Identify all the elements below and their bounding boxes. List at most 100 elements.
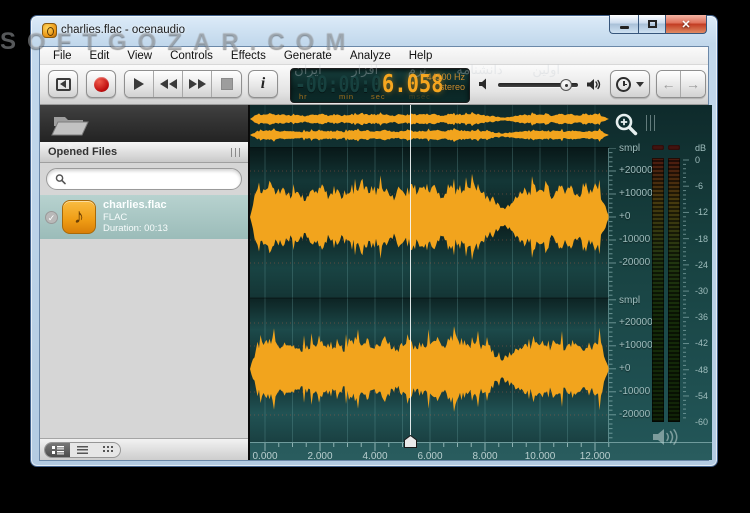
menu-item[interactable]: Effects: [222, 49, 275, 63]
search-icon: [55, 173, 66, 185]
time-axis[interactable]: 0.0002.0004.0006.0008.00010.00012.000: [250, 442, 712, 460]
db-unit-label: dB: [695, 143, 706, 153]
search-input[interactable]: [71, 172, 233, 186]
maximize-button[interactable]: [638, 15, 665, 34]
clip-led-left: [652, 145, 664, 150]
view-list-button[interactable]: [70, 443, 95, 457]
stop-button[interactable]: [212, 71, 241, 97]
volume-slider[interactable]: [498, 83, 578, 87]
toolbar: i -00:00:06.058 44100 Hz stereo hr min s…: [40, 65, 708, 105]
view-grid-button[interactable]: [95, 443, 120, 457]
arrow-left-icon: ←: [662, 76, 676, 92]
info-button[interactable]: i: [248, 70, 278, 98]
close-button[interactable]: ✕: [665, 15, 707, 34]
clip-led-right: [668, 145, 680, 150]
db-tick-label: -42: [695, 338, 708, 348]
active-tab-notch: [64, 142, 76, 148]
level-meter-left: [652, 158, 664, 422]
minimize-icon: [620, 26, 629, 29]
db-tick-label: -60: [695, 417, 708, 427]
menu-item[interactable]: Generate: [275, 49, 341, 63]
panel-grip-icon[interactable]: [231, 148, 240, 157]
play-button[interactable]: [125, 71, 154, 97]
waveform-area: smpl+20000+10000+0-10000-20000smpl+20000…: [250, 105, 712, 460]
client-area: FileEditViewControlsEffectsGenerateAnaly…: [39, 46, 709, 461]
playhead-marker[interactable]: [404, 435, 417, 448]
rewind-icon: [160, 79, 177, 89]
lcd-unit-min: min: [339, 92, 354, 101]
volume-low-icon[interactable]: [478, 77, 492, 91]
time-tick-label: 12.000: [580, 451, 611, 460]
folder-icon[interactable]: [51, 109, 89, 139]
file-duration: Duration: 00:13: [103, 223, 168, 234]
overview-strip[interactable]: [250, 105, 609, 148]
file-check-icon[interactable]: ✓: [45, 211, 58, 224]
arrow-right-icon: →: [686, 76, 700, 92]
meter-grip-icon[interactable]: [646, 115, 655, 131]
title-bar[interactable]: charlies.flac - ocenaudio ✕: [31, 16, 717, 46]
content: Opened Files ✓ ♪ charlies.flac FLAC: [40, 105, 708, 460]
db-tick-label: -6: [695, 181, 703, 191]
volume-high-icon[interactable]: [586, 77, 603, 92]
record-icon: [94, 77, 109, 92]
nav-forward-button[interactable]: →: [681, 71, 705, 97]
file-name: charlies.flac: [103, 200, 168, 211]
menu-item[interactable]: Help: [400, 49, 442, 63]
minimize-button[interactable]: [609, 15, 638, 34]
amplitude-tick-label: +20000: [619, 317, 653, 328]
sample-rate: 44100 Hz: [426, 72, 465, 82]
playhead[interactable]: [410, 105, 411, 442]
waveform-plot[interactable]: [250, 148, 609, 442]
plot-svg: [250, 148, 609, 442]
amplitude-tick-label: +0: [619, 211, 630, 222]
rewind-button[interactable]: [154, 71, 183, 97]
window-title: charlies.flac - ocenaudio: [61, 24, 185, 36]
time-tick-label: 6.000: [417, 451, 442, 460]
maximize-icon: [648, 20, 657, 28]
lcd-unit-msec: msec: [409, 92, 431, 101]
fast-forward-icon: [189, 79, 206, 89]
channel-mode: stereo: [426, 82, 465, 92]
menu-item[interactable]: Edit: [81, 49, 119, 63]
file-format: FLAC: [103, 212, 168, 223]
nav-back-button[interactable]: ←: [657, 71, 681, 97]
db-tick-label: -12: [695, 207, 708, 217]
grid-icon: [103, 446, 113, 454]
lcd-unit-sec: sec: [371, 92, 386, 101]
amplitude-tick-label: -10000: [619, 234, 650, 245]
volume-slider-knob[interactable]: [560, 79, 572, 91]
db-tick-label: -48: [695, 365, 708, 375]
file-list-item[interactable]: ✓ ♪ charlies.flac FLAC Duration: 00:13: [40, 195, 248, 239]
zoom-in-icon[interactable]: [614, 112, 640, 138]
view-detail-list-button[interactable]: [45, 443, 70, 457]
fast-forward-button[interactable]: [183, 71, 212, 97]
record-timer-button[interactable]: [610, 70, 650, 98]
time-tick-label: 4.000: [362, 451, 387, 460]
level-meter-right: [668, 158, 680, 422]
db-ruler: [683, 158, 692, 424]
music-note-icon: ♪: [62, 200, 96, 234]
amplitude-tick-label: +0: [619, 363, 630, 374]
clock-icon: [616, 77, 631, 92]
time-tick-label: 10.000: [525, 451, 556, 460]
menu-item[interactable]: Analyze: [341, 49, 400, 63]
menu-item[interactable]: File: [44, 49, 81, 63]
close-icon: ✕: [681, 18, 690, 31]
detail-list-icon: [52, 446, 64, 455]
db-tick-label: 0: [695, 155, 700, 165]
menu-bar: FileEditViewControlsEffectsGenerateAnaly…: [40, 47, 708, 65]
app-window: charlies.flac - ocenaudio ✕ FileEditView…: [30, 15, 718, 467]
menu-item[interactable]: Controls: [161, 49, 222, 63]
chevron-down-icon: [636, 82, 644, 87]
record-button[interactable]: [86, 70, 116, 98]
amplitude-ruler: [609, 148, 619, 442]
db-tick-label: -54: [695, 391, 708, 401]
menu-item[interactable]: View: [118, 49, 161, 63]
amplitude-tick-label: -20000: [619, 409, 650, 420]
amplitude-tick-label: +20000: [619, 165, 653, 176]
time-display: -00:00:06.058 44100 Hz stereo hr min sec…: [290, 68, 470, 103]
amplitude-tick-label: -20000: [619, 257, 650, 268]
sidebar: Opened Files ✓ ♪ charlies.flac FLAC: [40, 105, 248, 460]
amplitude-tick-label: +10000: [619, 188, 653, 199]
skip-to-start-button[interactable]: [48, 70, 78, 98]
